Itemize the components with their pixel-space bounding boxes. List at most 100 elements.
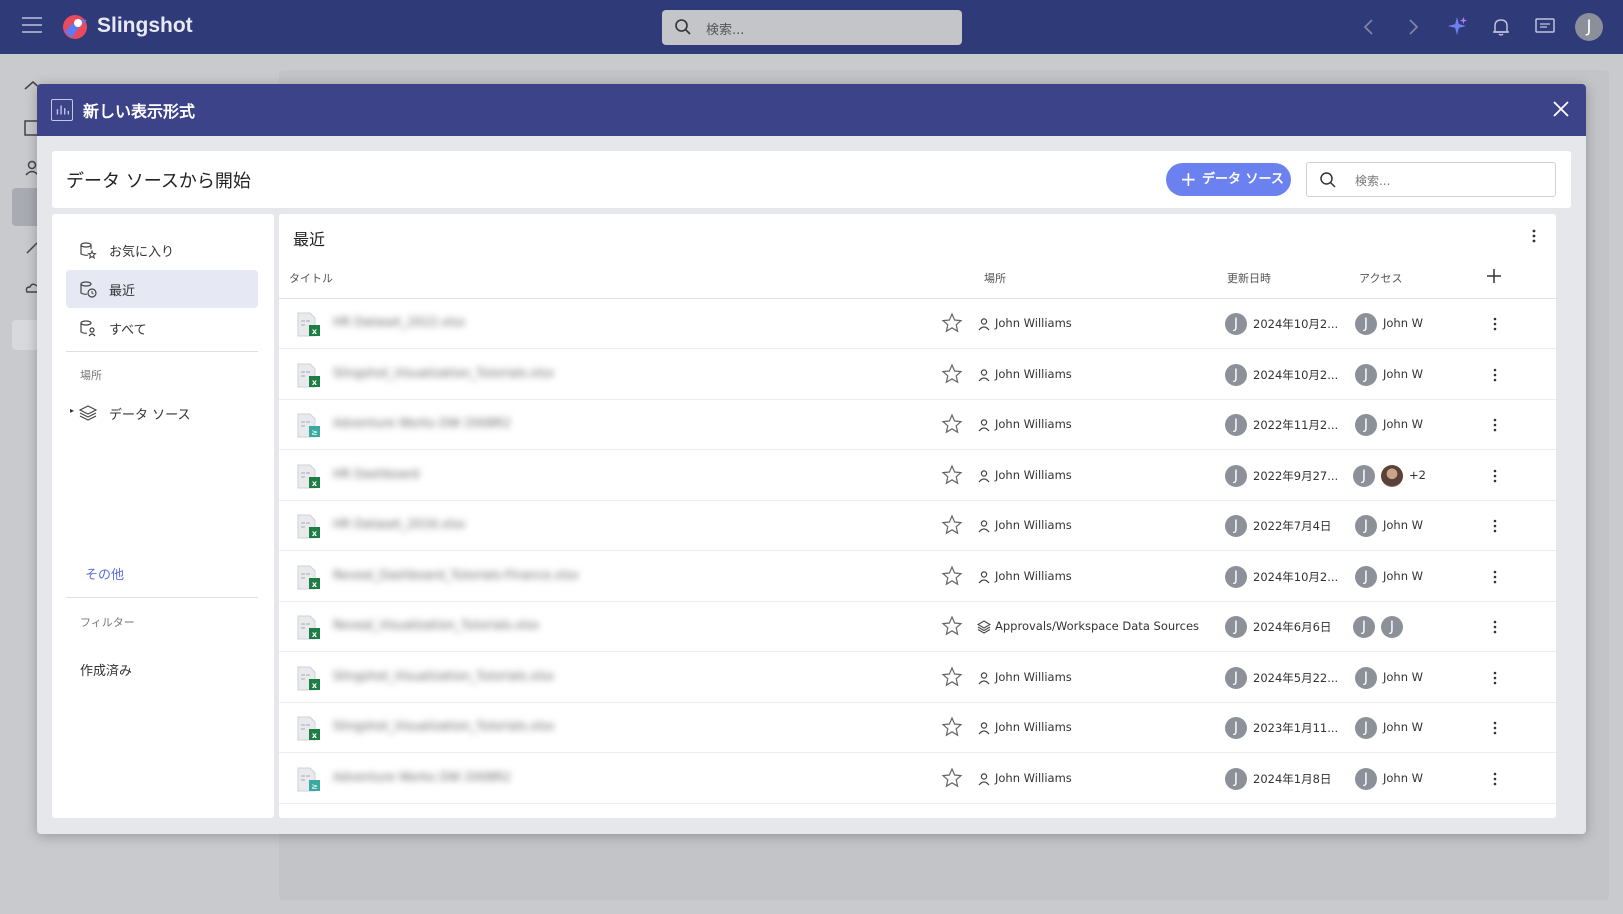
top-bar: Slingshot 検索... J (0, 0, 1623, 54)
row-more-icon[interactable] (1487, 569, 1503, 585)
access-name: John W (1383, 720, 1424, 734)
excel-file-icon: x (297, 514, 320, 539)
forward-icon[interactable] (1402, 16, 1424, 38)
user-avatar[interactable]: J (1575, 13, 1603, 41)
star-icon[interactable] (941, 514, 963, 536)
row-more-icon[interactable] (1487, 316, 1503, 332)
star-icon[interactable] (941, 463, 963, 486)
star-icon[interactable] (941, 716, 963, 738)
nav-item-datasources[interactable]: ▸ データ ソース (66, 394, 258, 432)
star-icon[interactable] (941, 615, 963, 637)
excel-file-icon: x (297, 464, 320, 488)
nav-item-all[interactable]: すべて (66, 309, 258, 347)
excel-file-icon: x (297, 363, 320, 387)
bell-icon[interactable] (1490, 16, 1512, 38)
column-header-location[interactable]: 場所 (984, 270, 1006, 286)
table-row[interactable]: x HR Dataset_2022.xlsx John Williams J 2024年… (279, 299, 1556, 349)
expand-caret-icon[interactable]: ▸ (70, 406, 74, 415)
person-icon (978, 570, 990, 583)
row-more-icon[interactable] (1487, 619, 1503, 635)
table-row[interactable]: x HR Dataset_2016.xlsx John Williams J 2022年… (279, 501, 1556, 551)
back-icon[interactable] (1358, 16, 1380, 38)
file-name[interactable]: Adventure Works DW 2008R2 (333, 770, 511, 784)
file-name[interactable]: HR Dataset_2016.xlsx (333, 517, 465, 531)
star-icon[interactable] (941, 312, 963, 334)
person-icon (978, 772, 990, 785)
updated-by-avatar: J (1225, 363, 1247, 386)
more-options-icon[interactable] (1526, 228, 1542, 244)
add-column-icon[interactable] (1484, 266, 1504, 286)
row-more-icon[interactable] (1487, 720, 1503, 736)
file-name[interactable]: HR Dashboard (333, 467, 419, 481)
table-row[interactable]: ≥ Adventure Works DW 2008R2 John Williams J… (279, 754, 1556, 804)
row-more-icon[interactable] (1487, 417, 1503, 433)
datasource-search-input[interactable]: 検索... (1306, 162, 1556, 197)
location-text: John Williams (995, 366, 1072, 381)
updated-by-avatar: J (1225, 565, 1247, 588)
access-name: John W (1383, 568, 1424, 583)
sparkle-icon[interactable] (1446, 15, 1468, 37)
star-icon[interactable] (941, 362, 963, 385)
svg-text:x: x (312, 731, 318, 740)
row-more-icon[interactable] (1487, 367, 1503, 383)
global-search-input[interactable]: 検索... (662, 10, 962, 45)
file-name[interactable]: HR Dataset_2022.xlsx (333, 315, 465, 329)
close-icon[interactable] (1550, 98, 1572, 120)
menu-icon[interactable] (22, 17, 42, 35)
nav-more-link[interactable]: その他 (85, 564, 124, 583)
location-text: John Williams (995, 669, 1072, 684)
person-icon (978, 318, 990, 331)
table-row[interactable]: ≥ Adventure Works DW 2008R2 John Williams J… (279, 400, 1556, 450)
table-row[interactable]: x HR Dashboard John Williams J 2022年9月27... J… (279, 451, 1556, 501)
location-text: John Williams (995, 568, 1072, 583)
table-row[interactable]: x Reveal_Dashboard_Tutorials-Finance.xlsx… (279, 552, 1556, 602)
updated-by-avatar: J (1225, 767, 1247, 790)
datasource-nav: お気に入り 最近 すべて 場所 ▸ データ ソース その他 フィルター 作成済み (52, 214, 274, 818)
access-avatar: J (1353, 464, 1375, 487)
row-more-icon[interactable] (1487, 771, 1503, 787)
filter-created[interactable]: 作成済み (80, 660, 132, 679)
table-row[interactable]: x Slingshot_Visualization_Tutorials.xlsx J… (279, 703, 1556, 753)
new-visualization-dialog: 新しい表示形式 データ ソースから開始 + データ ソース 検索... お気に入… (37, 84, 1586, 834)
nav-label-datasources: データ ソース (109, 408, 191, 423)
row-more-icon[interactable] (1487, 518, 1503, 534)
database-file-icon: ≥ (297, 413, 320, 438)
person-icon (978, 520, 990, 533)
table-row[interactable]: x Slingshot_Visualization_Tutorials.xlsx J… (279, 350, 1556, 400)
location-text: John Williams (995, 720, 1072, 734)
nav-item-favorites[interactable]: お気に入り (66, 231, 258, 269)
updated-date: 2024年5月22... (1253, 670, 1339, 685)
slingshot-logo-icon (63, 15, 87, 39)
star-icon[interactable] (941, 665, 963, 688)
chat-icon[interactable] (1534, 16, 1556, 38)
svg-text:x: x (312, 681, 318, 690)
nav-item-recent[interactable]: 最近 (66, 270, 258, 308)
column-header-access[interactable]: アクセス (1359, 270, 1402, 286)
star-icon[interactable] (941, 413, 963, 435)
updated-date: 2024年1月8日 (1253, 771, 1332, 786)
add-datasource-button[interactable]: + データ ソース (1166, 163, 1291, 196)
file-name[interactable]: Reveal_Visualization_Tutorials.xlsx (333, 618, 539, 632)
star-icon[interactable] (941, 564, 963, 587)
nav-divider (66, 597, 258, 598)
table-row[interactable]: x Reveal_Visualization_Tutorials.xlsx Appr… (279, 602, 1556, 652)
updated-date: 2023年1月11... (1253, 721, 1339, 735)
file-name[interactable]: Slingshot_Visualization_Tutorials.xlsx (333, 366, 554, 380)
row-more-icon[interactable] (1487, 468, 1503, 484)
access-name: John W (1383, 366, 1424, 381)
row-more-icon[interactable] (1487, 670, 1503, 686)
file-name[interactable]: Adventure Works DW 2008R2 (333, 416, 511, 430)
list-title: 最近 (293, 230, 326, 249)
access-count: +2 (1409, 467, 1426, 482)
brand-name: Slingshot (97, 14, 193, 37)
column-header-updated[interactable]: 更新日時 (1227, 270, 1271, 286)
file-name[interactable]: Slingshot_Visualization_Tutorials.xlsx (333, 669, 554, 683)
table-row[interactable]: x Slingshot_Visualization_Tutorials.xlsx J… (279, 653, 1556, 703)
person-icon (978, 368, 990, 381)
access-avatar: J (1355, 313, 1377, 335)
star-icon[interactable] (941, 766, 963, 789)
column-header-title[interactable]: タイトル (289, 270, 333, 286)
file-name[interactable]: Reveal_Dashboard_Tutorials-Finance.xlsx (333, 568, 579, 582)
file-name[interactable]: Slingshot_Visualization_Tutorials.xlsx (333, 719, 554, 733)
svg-text:x: x (312, 529, 318, 538)
